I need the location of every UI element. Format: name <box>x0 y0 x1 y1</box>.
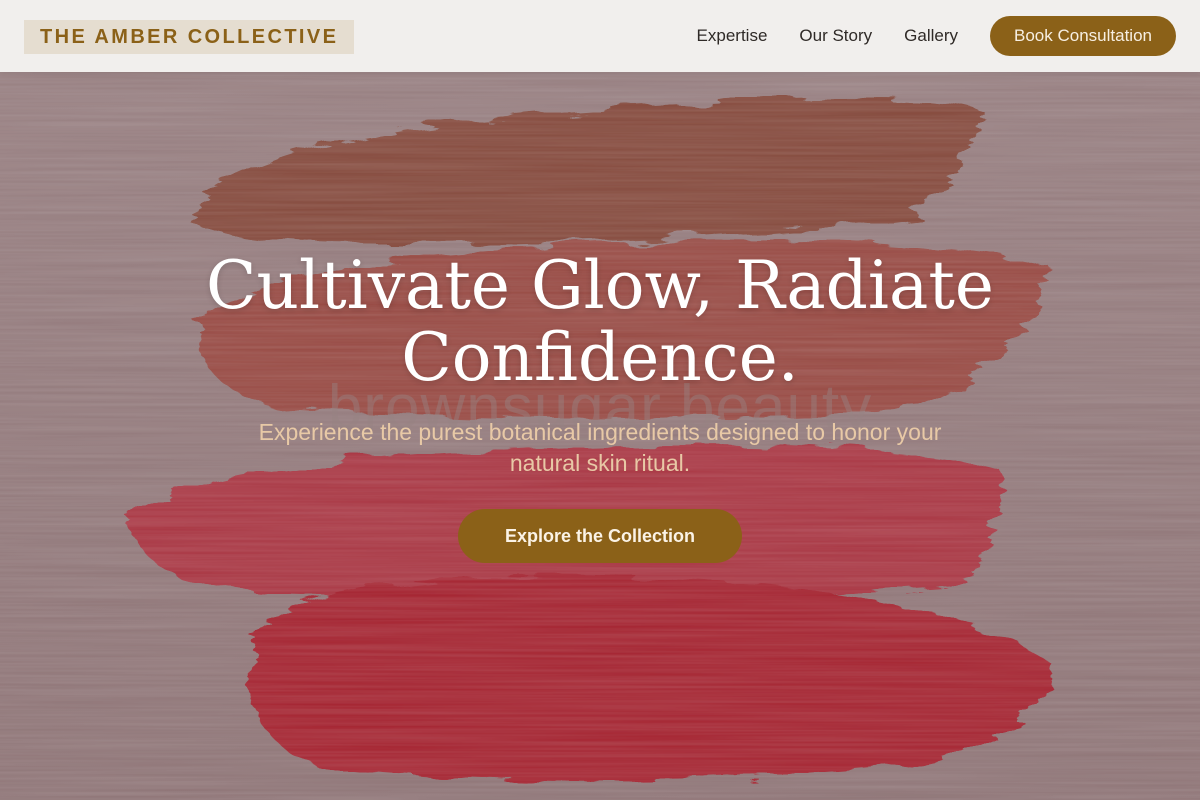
nav-link-expertise[interactable]: Expertise <box>697 26 768 46</box>
nav-link-gallery[interactable]: Gallery <box>904 26 958 46</box>
hero-section: brownsugar beauty Cultivate Glow, Radiat… <box>0 72 1200 800</box>
hero-title: Cultivate Glow, Radiate Confidence. <box>100 250 1100 394</box>
hero-subtitle-line-2: natural skin ritual. <box>509 450 691 476</box>
hero-title-line-1: Cultivate Glow, Radiate <box>206 247 994 324</box>
brand-logo[interactable]: THE AMBER COLLECTIVE <box>24 20 355 54</box>
book-consultation-button[interactable]: Book Consultation <box>990 16 1176 56</box>
explore-collection-button[interactable]: Explore the Collection <box>458 509 742 563</box>
site-header: THE AMBER COLLECTIVE Expertise Our Story… <box>0 0 1200 72</box>
nav-link-our-story[interactable]: Our Story <box>799 26 872 46</box>
main-nav: Expertise Our Story Gallery Book Consult… <box>697 16 1176 56</box>
hero-subtitle-line-1: Experience the purest botanical ingredie… <box>258 419 942 445</box>
hero-subtitle: Experience the purest botanical ingredie… <box>180 417 1020 479</box>
hero-title-line-2: Confidence. <box>401 319 799 396</box>
